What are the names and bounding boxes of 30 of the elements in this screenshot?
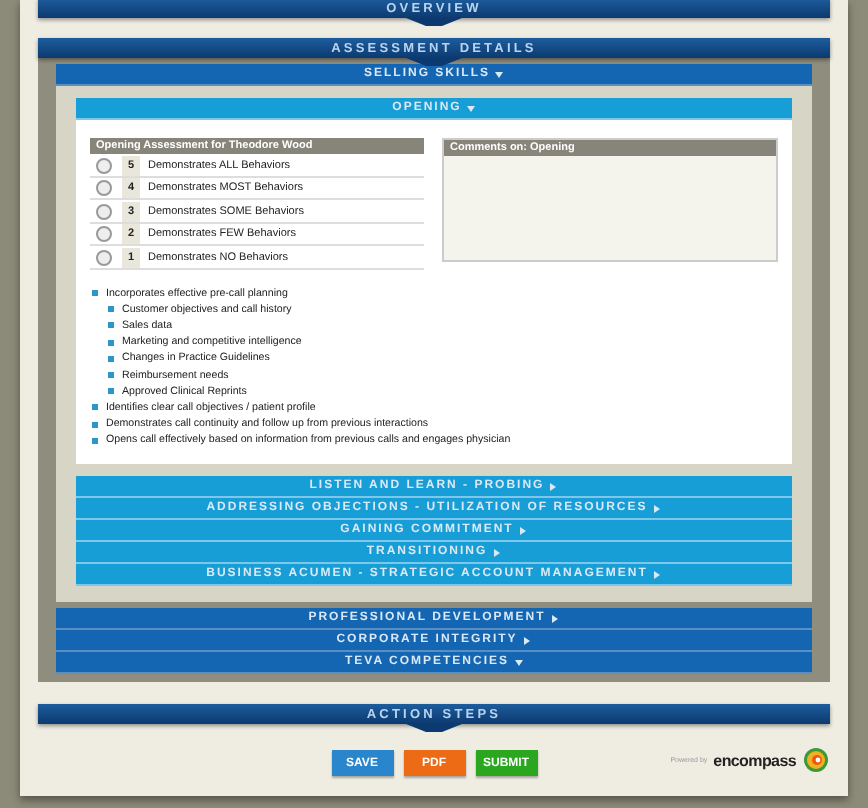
bullet-icon bbox=[92, 421, 98, 428]
caret-down-icon bbox=[494, 69, 504, 79]
radio-button[interactable] bbox=[96, 203, 112, 219]
radio-button[interactable] bbox=[96, 249, 112, 265]
radio-button[interactable] bbox=[96, 157, 112, 173]
bullet-icon bbox=[92, 437, 98, 444]
logo-icon bbox=[802, 746, 830, 775]
bullet-icon bbox=[108, 372, 114, 379]
bullet-icon bbox=[108, 322, 114, 329]
caret-right-icon bbox=[651, 569, 662, 580]
radio-button[interactable] bbox=[96, 180, 112, 196]
chevron-icon bbox=[406, 18, 462, 26]
caret-down-icon bbox=[465, 103, 476, 113]
bullet-icon bbox=[92, 290, 98, 297]
caret-right-icon bbox=[517, 525, 528, 536]
bullet-icon bbox=[92, 404, 98, 411]
radio-button[interactable] bbox=[96, 226, 112, 242]
caret-right-icon bbox=[521, 635, 532, 646]
caret-right-icon bbox=[548, 481, 559, 492]
logo-text: encompass bbox=[713, 751, 796, 770]
chevron-icon bbox=[406, 724, 462, 733]
caret-right-icon bbox=[651, 503, 662, 514]
bullet-icon bbox=[108, 355, 114, 362]
caret-right-icon bbox=[491, 547, 502, 558]
bullet-icon bbox=[108, 306, 114, 313]
bullet-icon bbox=[108, 339, 114, 346]
bullet-icon bbox=[108, 388, 114, 395]
caret-down-icon bbox=[513, 657, 523, 668]
caret-right-icon bbox=[549, 613, 560, 624]
chevron-icon bbox=[406, 58, 462, 66]
